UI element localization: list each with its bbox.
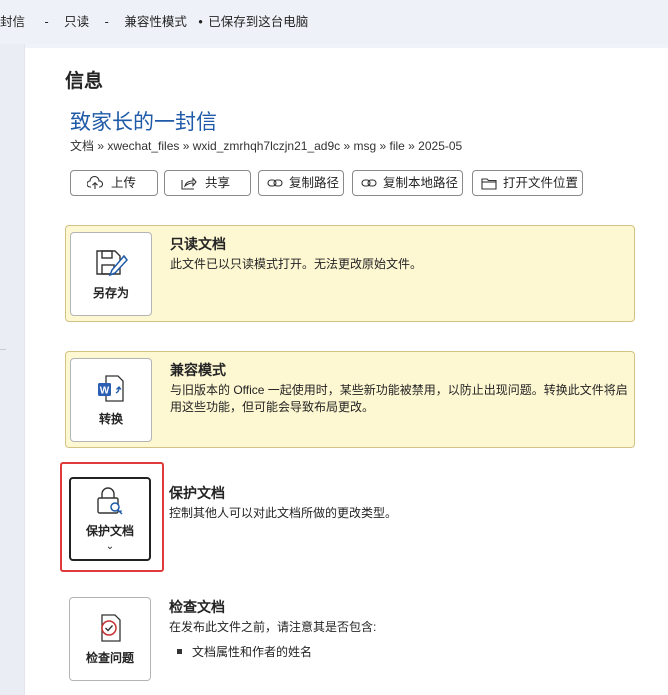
protect-title: 保护文档 [169, 485, 225, 501]
share-icon [181, 177, 197, 190]
document-title: 致家长的一封信 [70, 111, 217, 134]
backstage-nav-edge [0, 44, 25, 695]
upload-icon [87, 176, 103, 189]
open-file-location-label: 打开文件位置 [503, 176, 579, 190]
copy-path-button[interactable]: 复制路径 [258, 170, 344, 196]
convert-label: 转换 [98, 411, 123, 426]
inspect-section: 检查问题 检查文档 在发布此文件之前，请注意其是否包含: 文档属性和作者的姓名 [65, 591, 635, 688]
copy-local-path-button[interactable]: 复制本地路径 [352, 170, 463, 196]
folder-icon [481, 177, 497, 190]
upload-label: 上传 [111, 176, 137, 190]
lock-key-icon [97, 487, 123, 515]
info-panel: 信息 致家长的一封信 文档 » xwechat_files » wxid_zmr… [25, 48, 668, 695]
protect-document-button[interactable]: 保护文档 ⌄ [69, 477, 151, 561]
title-bar: 封信 - 只读 - 兼容性模式 • 已保存到这台电脑 [0, 0, 668, 44]
title-separator: - [104, 15, 109, 29]
check-issues-button[interactable]: 检查问题 [69, 597, 151, 681]
inspect-bullet-text: 文档属性和作者的姓名 [192, 645, 313, 659]
open-file-location-button[interactable]: 打开文件位置 [472, 170, 583, 196]
protect-document-label: 保护文档 [85, 524, 134, 538]
inspect-document-icon [101, 613, 121, 642]
svg-text:W: W [100, 385, 110, 396]
compat-title: 兼容模式 [170, 362, 226, 378]
protect-description: 控制其他人可以对此文档所做的更改类型。 [169, 506, 398, 520]
convert-button[interactable]: W 转换 [70, 358, 152, 442]
copy-local-path-label: 复制本地路径 [383, 176, 459, 190]
save-as-icon [96, 249, 128, 276]
link-icon [361, 179, 377, 187]
readonly-section: 另存为 只读文档 此文件已以只读模式打开。无法更改原始文件。 [65, 225, 635, 322]
inspect-title: 检查文档 [169, 599, 225, 615]
breadcrumb[interactable]: 文档 » xwechat_files » wxid_zmrhqh7lczjn21… [70, 137, 462, 154]
share-label: 共享 [205, 176, 231, 190]
title-compat-mode: 兼容性模式 [124, 15, 187, 29]
readonly-title: 只读文档 [170, 236, 226, 252]
readonly-description: 此文件已以只读模式打开。无法更改原始文件。 [170, 257, 423, 271]
copy-path-label: 复制路径 [289, 176, 340, 190]
chevron-down-icon: ⌄ [105, 541, 115, 552]
title-doc-name: 封信 [0, 15, 26, 29]
share-button[interactable]: 共享 [164, 170, 251, 196]
list-item: 文档属性和作者的姓名 [177, 643, 312, 660]
protect-section: 保护文档 ⌄ 保护文档 控制其他人可以对此文档所做的更改类型。 [65, 471, 635, 568]
check-issues-label: 检查问题 [85, 650, 134, 665]
page-title: 信息 [65, 71, 104, 92]
link-icon [267, 179, 283, 187]
title-save-status: 已保存到这台电脑 [208, 15, 309, 29]
inspect-description: 在发布此文件之前，请注意其是否包含: [169, 620, 377, 634]
bullet-icon [177, 649, 182, 654]
save-as-button[interactable]: 另存为 [70, 232, 152, 316]
title-separator: - [44, 15, 49, 29]
save-as-label: 另存为 [92, 285, 129, 300]
upload-button[interactable]: 上传 [70, 170, 158, 196]
title-dot: • [198, 15, 203, 29]
title-readonly: 只读 [64, 15, 90, 29]
compat-section: W 转换 兼容模式 与旧版本的 Office 一起使用时，某些新功能被禁用，以防… [65, 351, 635, 448]
compat-description: 与旧版本的 Office 一起使用时，某些新功能被禁用，以防止出现问题。转换此文… [170, 383, 628, 414]
word-convert-icon: W [98, 374, 124, 402]
